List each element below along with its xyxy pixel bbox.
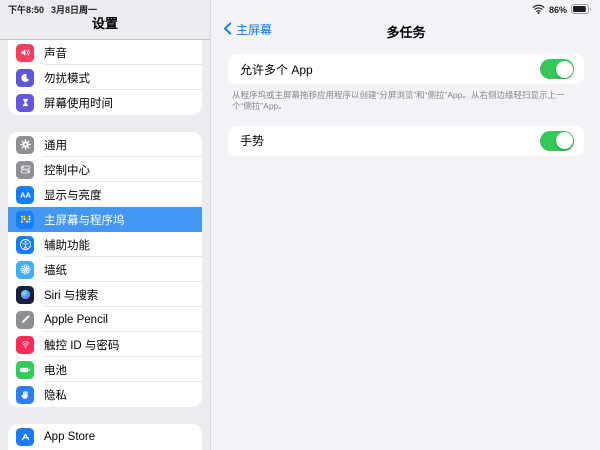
status-date: 3月8日周一: [51, 5, 98, 15]
sidebar-list: 声音勿扰模式屏幕使用时间 通用控制中心 AA 显示与亮度主屏幕与程序坞 辅助功能墙纸 Si…: [0, 40, 210, 450]
sidebar-item-siri-search[interactable]: Siri 与搜索: [8, 282, 202, 307]
sidebar-item-control-center[interactable]: 控制中心: [8, 157, 202, 182]
sidebar-item-label: 显示与亮度: [44, 189, 102, 202]
sidebar-item-label: 墙纸: [44, 264, 67, 277]
sidebar-item-label: 隐私: [44, 389, 67, 402]
settings-card: 允许多个 App: [228, 54, 584, 84]
sidebar-item-battery[interactable]: 电池: [8, 357, 202, 382]
toggle-knob: [555, 60, 573, 78]
speaker-icon: [16, 43, 34, 62]
hand-icon: [16, 385, 34, 404]
sidebar-item-app-store[interactable]: App Store: [8, 424, 202, 449]
detail-header: 主屏幕 多任务: [212, 16, 600, 46]
fingerprint-icon: [16, 335, 34, 354]
setting-row: 手势: [228, 126, 584, 156]
sidebar-item-privacy[interactable]: 隐私: [8, 382, 202, 407]
sidebar-item-label: Siri 与搜索: [44, 289, 99, 302]
siri-icon: [16, 285, 34, 304]
appgrid-icon: [16, 210, 34, 229]
settings-sidebar: 设置 声音 勿扰模式 屏幕使用时间 通用 控制中心 AA 显示与亮度 主屏幕与程序坞 辅助功能墙…: [0, 0, 211, 450]
moon-icon: [16, 68, 34, 87]
aa-icon: AA: [16, 185, 34, 204]
toggle-switch[interactable]: [540, 130, 574, 151]
sidebar-item-wallpaper[interactable]: 墙纸: [8, 257, 202, 282]
sidebar-item-home-screen-dock[interactable]: 主屏幕与程序坞: [8, 207, 202, 232]
sidebar-item-accessibility[interactable]: 辅助功能: [8, 232, 202, 257]
toggle-knob: [555, 132, 573, 150]
sidebar-group: 通用控制中心 AA 显示与亮度主屏幕与程序坞 辅助功能墙纸 Siri 与搜索 Apple …: [8, 132, 202, 407]
settings-card: 手势: [228, 125, 584, 156]
sidebar-item-screen-time[interactable]: 屏幕使用时间: [8, 90, 202, 115]
sidebar-item-label: 主屏幕与程序坞: [44, 214, 125, 227]
hourglass-icon: [16, 93, 34, 112]
appstore-icon: [16, 427, 34, 446]
sidebar-item-general[interactable]: 通用: [8, 132, 202, 157]
battery-percent: 86%: [548, 4, 567, 15]
wifi-icon: [532, 4, 545, 16]
setting-row: 允许多个 App: [228, 54, 584, 84]
sidebar-item-label: Apple Pencil: [44, 313, 108, 326]
battery-icon: [571, 3, 592, 16]
sidebar-item-sounds[interactable]: 声音: [8, 40, 202, 65]
sidebar-item-label: 通用: [44, 139, 67, 152]
sidebar-item-label: 电池: [44, 364, 67, 377]
sidebar-item-label: 辅助功能: [44, 239, 90, 252]
sidebar-item-display[interactable]: AA 显示与亮度: [8, 182, 202, 207]
setting-label: 允许多个 App: [240, 62, 313, 77]
flower-icon: [16, 260, 34, 279]
toggle-switch[interactable]: [540, 59, 574, 79]
status-time: 下午8:50: [8, 5, 45, 15]
detail-pane: 主屏幕 多任务 允许多个 App 从程序坞或主屏幕拖移应用程序以创建“分屏浏览”和…: [212, 0, 600, 450]
sidebar-group: 声音勿扰模式屏幕使用时间: [8, 40, 202, 115]
sidebar-item-do-not-disturb[interactable]: 勿扰模式: [8, 65, 202, 90]
sidebar-item-label: 声音: [44, 47, 67, 60]
sidebar-item-label: 屏幕使用时间: [44, 97, 113, 110]
sidebar-item-label: 触控 ID 与密码: [44, 339, 120, 352]
setting-label: 手势: [240, 134, 265, 149]
sidebar-item-label: 控制中心: [44, 164, 90, 177]
svg-text:AA: AA: [20, 190, 31, 199]
battery-icon: [16, 360, 34, 379]
sidebar-group: App Store: [8, 424, 202, 450]
section-footnote: 从程序坞或主屏幕拖移应用程序以创建“分屏浏览”和“侧拉”App。从右侧边缘轻扫显…: [232, 90, 565, 112]
detail-content: 允许多个 App 从程序坞或主屏幕拖移应用程序以创建“分屏浏览”和“侧拉”App。…: [228, 54, 584, 156]
sidebar-item-touch-id[interactable]: 触控 ID 与密码: [8, 332, 202, 357]
ipad-settings-screen: 下午8:50 3月8日周一 86% 设置 声音 勿扰模式 屏幕使用时间 通用 控制中心 A…: [0, 0, 600, 450]
page-title: 多任务: [386, 25, 426, 40]
status-bar: 下午8:50 3月8日周一 86%: [0, 0, 600, 16]
pencil-icon: [16, 310, 34, 329]
sidebar-item-label: 勿扰模式: [44, 72, 90, 85]
sidebar-item-label: App Store: [44, 430, 96, 443]
sidebar-item-apple-pencil[interactable]: Apple Pencil: [8, 307, 202, 332]
toggles-icon: [16, 160, 34, 179]
accessibility-icon: [16, 235, 34, 254]
gear-icon: [16, 135, 34, 154]
